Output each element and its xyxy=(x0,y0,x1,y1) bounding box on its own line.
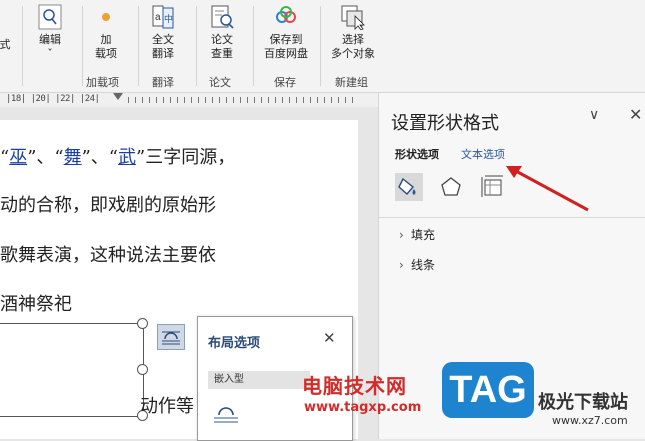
full-translate-button[interactable]: a中 全文 翻译 xyxy=(146,4,180,61)
inline-with-text-icon[interactable] xyxy=(212,401,240,429)
watermark-side-url: www.xz7.com xyxy=(552,414,628,427)
selected-shape[interactable] xyxy=(0,323,144,417)
chevron-down-icon: ˇ xyxy=(47,47,53,60)
addin-icon xyxy=(93,4,119,30)
ruler-ticks xyxy=(128,97,358,103)
svg-text:a: a xyxy=(155,12,161,23)
watermark-text: 电脑技术网 xyxy=(302,374,407,398)
ribbon-separator xyxy=(253,6,254,86)
addins-button[interactable]: 加 载项 xyxy=(90,4,122,61)
doc-line-2: 动的合称，即戏剧的原始形 xyxy=(0,195,216,216)
ribbon-separator xyxy=(196,6,197,86)
popup-section-inline: 嵌入型 xyxy=(208,371,310,389)
select-objects-icon xyxy=(340,4,366,31)
panel-options-chevron-icon[interactable]: ∨ xyxy=(589,107,599,123)
resize-handle-right[interactable] xyxy=(137,364,148,375)
svg-text:中: 中 xyxy=(164,13,173,25)
layout-options-icon xyxy=(162,331,180,345)
group-label-addins: 加载项 xyxy=(86,76,119,89)
doc-line-1: “巫”、“舞”、“武”三字同源， xyxy=(0,147,236,168)
fill-line-icon[interactable] xyxy=(395,173,423,201)
fill-section-row[interactable]: › 填充 xyxy=(399,226,435,243)
ribbon-cut-button[interactable]: 式 xyxy=(0,38,12,52)
tab-text-options[interactable]: 文本选项 xyxy=(461,146,505,162)
resize-handle-top-right[interactable] xyxy=(137,318,148,329)
translate-icon: a中 xyxy=(150,4,176,30)
watermark-side-text: 极光下载站 xyxy=(538,392,628,413)
panel-title: 设置形状格式 xyxy=(391,113,499,134)
ribbon-separator xyxy=(320,6,321,86)
ruler-indent-marker[interactable] xyxy=(113,93,123,100)
watermark-logo: TAG xyxy=(442,362,534,418)
ribbon-separator xyxy=(138,6,139,86)
ruler-numbers: |18| |20| |22| |24| xyxy=(6,94,100,104)
line-section-row[interactable]: › 线条 xyxy=(399,256,435,273)
ribbon-separator xyxy=(82,6,83,86)
popup-title: 布局选项 xyxy=(208,336,261,351)
group-label-new-group: 新建组 xyxy=(335,76,368,89)
doc-line-5: 动作等 xyxy=(140,396,194,417)
save-to-baidu-button[interactable]: 保存到 百度网盘 xyxy=(261,4,311,61)
ribbon-separator xyxy=(22,6,23,86)
layout-options-button[interactable] xyxy=(157,324,185,350)
cloud-icon xyxy=(273,4,299,30)
tab-shape-options[interactable]: 形状选项 xyxy=(395,146,439,162)
doc-link-dance[interactable]: 舞 xyxy=(64,147,82,168)
chevron-right-icon: › xyxy=(399,228,404,242)
chevron-right-icon: › xyxy=(399,258,404,272)
horizontal-ruler[interactable]: |18| |20| |22| |24| xyxy=(0,93,378,107)
paper-check-icon xyxy=(209,4,235,30)
watermark-url: www.tagxp.com xyxy=(304,400,422,415)
doc-line-4: 酒神祭祀 xyxy=(0,294,72,315)
effects-icon[interactable] xyxy=(437,173,465,201)
doc-link-martial[interactable]: 武 xyxy=(118,147,136,168)
doc-line-3: 歌舞表演，这种说法主要依 xyxy=(0,245,216,266)
ribbon: 式 编辑 ˇ 加 载项 加载项 a中 全文 翻译 翻译 论文 查重 论文 保存到… xyxy=(0,0,645,93)
group-label-translate: 翻译 xyxy=(152,76,174,89)
group-label-paper: 论文 xyxy=(209,76,231,89)
doc-link-wu[interactable]: 巫 xyxy=(9,147,27,168)
annotation-arrow-icon xyxy=(506,166,589,212)
group-label-save: 保存 xyxy=(274,76,296,89)
close-icon[interactable]: ✕ xyxy=(323,329,336,347)
select-multiple-objects-button[interactable]: 选择 多个对象 xyxy=(327,4,379,61)
edit-button[interactable]: 编辑 ˇ xyxy=(30,4,70,61)
search-icon xyxy=(37,4,63,30)
paper-check-button[interactable]: 论文 查重 xyxy=(205,4,239,61)
panel-close-icon[interactable]: ✕ xyxy=(629,105,642,124)
